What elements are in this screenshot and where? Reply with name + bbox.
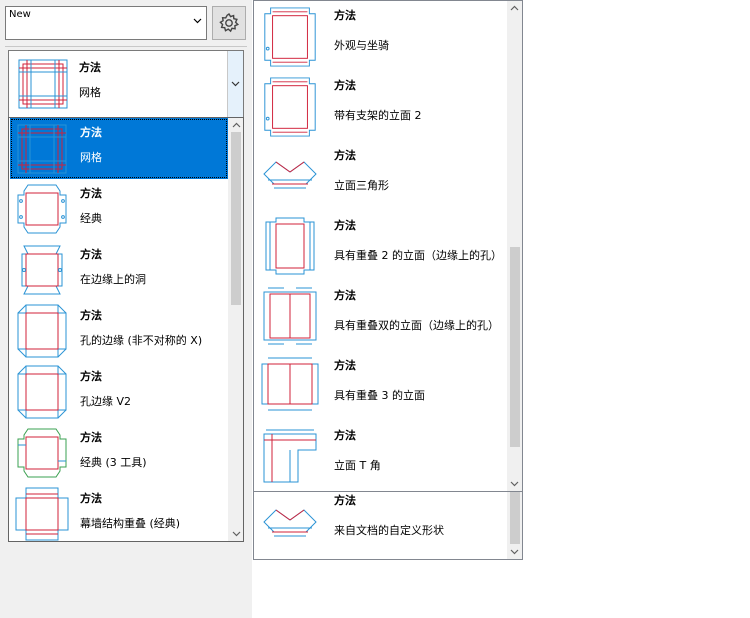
method-dropdown-list[interactable]: 方法 网格 方法 经典 方法 在边缘上的洞 方法 孔的边缘 (非不对称的 X) … <box>8 117 244 542</box>
dropdown-item-subtitle: 经典 <box>80 212 102 225</box>
list-item-subtitle: 外观与坐骑 <box>334 39 389 52</box>
list-item-appearance-mount[interactable]: 方法 外观与坐骑 <box>254 1 507 71</box>
dropdown-item-hole-on-edge[interactable]: 方法 在边缘上的洞 <box>10 240 228 301</box>
dropdown-item-hole-edge[interactable]: 方法 孔的边缘 (非不对称的 X) <box>10 301 228 362</box>
scrollbar-thumb[interactable] <box>510 492 520 544</box>
method-combobox-dropdown-button[interactable] <box>227 51 243 117</box>
chevron-up-icon <box>510 5 519 11</box>
dropdown-item-subtitle: 经典 (3 工具) <box>80 456 147 469</box>
dropdown-item-title: 方法 <box>80 248 102 261</box>
bottom-list-scrollbar[interactable] <box>507 492 522 559</box>
list-item-title: 方法 <box>334 149 356 162</box>
method-combobox-subtitle: 网格 <box>79 86 101 99</box>
dropdown-item-classic-3-tools[interactable]: 方法 经典 (3 工具) <box>10 423 228 484</box>
list-item-overlap-3[interactable]: 方法 具有重叠 3 的立面 <box>254 351 507 421</box>
list-item-subtitle: 带有支架的立面 2 <box>334 109 422 122</box>
custom-shape-thumbnail-icon <box>260 494 320 550</box>
chevron-down-icon <box>510 549 519 555</box>
facade-triangle-thumbnail-icon <box>260 146 320 202</box>
dropdown-item-subtitle: 幕墙结构重叠 (经典) <box>80 517 181 530</box>
grid-method-thumbnail-icon <box>12 120 72 178</box>
facade-bracket-thumbnail-icon <box>260 76 320 138</box>
list-item-title: 方法 <box>334 359 356 372</box>
chevron-down-icon <box>232 531 240 537</box>
scrollbar-thumb[interactable] <box>510 247 520 447</box>
list-item-title: 方法 <box>334 9 356 22</box>
chevron-down-icon <box>231 81 240 87</box>
list-item-title: 方法 <box>334 219 356 232</box>
hole-edge-thumbnail-icon <box>12 303 72 359</box>
method-combobox[interactable]: 方法 网格 <box>8 50 244 118</box>
dropdown-item-title: 方法 <box>80 309 102 322</box>
dropdown-item-classic[interactable]: 方法 经典 <box>10 179 228 240</box>
list-item-subtitle: 来自文档的自定义形状 <box>334 524 444 537</box>
list-item-title: 方法 <box>334 289 356 302</box>
scroll-up-button[interactable] <box>228 118 243 132</box>
chevron-down-icon <box>510 481 519 487</box>
scrollbar-thumb[interactable] <box>231 132 241 305</box>
hole-edge-v2-thumbnail-icon <box>12 364 72 420</box>
list-item-subtitle: 立面三角形 <box>334 179 389 192</box>
dropdown-item-title: 方法 <box>80 492 102 505</box>
list-item-overlap-double[interactable]: 方法 具有重叠双的立面（边缘上的孔） <box>254 281 507 351</box>
dropdown-item-title: 方法 <box>80 370 102 383</box>
list-item-subtitle: 具有重叠 3 的立面 <box>334 389 425 402</box>
dropdown-item-hole-edge-v2[interactable]: 方法 孔边缘 V2 <box>10 362 228 423</box>
curtain-overlap-thumbnail-icon <box>12 486 72 542</box>
dropdown-item-subtitle: 孔的边缘 (非不对称的 X) <box>80 334 203 347</box>
file-select-dropdown[interactable]: New <box>5 6 207 40</box>
chevron-down-icon <box>193 18 202 24</box>
dropdown-item-subtitle: 在边缘上的洞 <box>80 273 146 286</box>
list-item-subtitle: 具有重叠双的立面（边缘上的孔） <box>334 319 499 332</box>
dropdown-item-curtain-overlap[interactable]: 方法 幕墙结构重叠 (经典) <box>10 484 228 542</box>
settings-button[interactable] <box>212 6 246 40</box>
grid-method-thumbnail-icon <box>13 55 73 113</box>
dropdown-item-subtitle: 孔边缘 V2 <box>80 395 132 408</box>
list-item-title: 方法 <box>334 79 356 92</box>
method-combobox-title: 方法 <box>79 61 101 74</box>
dropdown-scrollbar[interactable] <box>228 118 243 541</box>
hole-on-edge-thumbnail-icon <box>12 242 72 298</box>
dropdown-item-title: 方法 <box>80 187 102 200</box>
list-scrollbar[interactable] <box>507 1 522 491</box>
appearance-mount-thumbnail-icon <box>260 6 320 68</box>
gear-icon <box>219 13 240 33</box>
list-item-facade-triangle[interactable]: 方法 立面三角形 <box>254 141 507 211</box>
list-item-subtitle: 具有重叠 2 的立面（边缘上的孔） <box>334 249 502 262</box>
dropdown-item-grid[interactable]: 方法 网格 <box>10 118 228 179</box>
dropdown-item-title: 方法 <box>80 126 102 139</box>
overlap-double-thumbnail-icon <box>260 286 320 346</box>
list-item-t-corner[interactable]: 方法 立面 T 角 <box>254 421 507 491</box>
overlap-2-thumbnail-icon <box>260 216 320 276</box>
scroll-up-button[interactable] <box>507 1 522 15</box>
list-item-facade-bracket[interactable]: 方法 带有支架的立面 2 <box>254 71 507 141</box>
scroll-down-button[interactable] <box>228 527 243 541</box>
list-item-title: 方法 <box>334 429 356 442</box>
list-item-subtitle: 立面 T 角 <box>334 459 381 472</box>
left-panel: New 方法 网格 方法 网格 方法 经典 方法 在边缘上的洞 方法 孔的边缘 … <box>0 0 252 618</box>
dropdown-item-title: 方法 <box>80 431 102 444</box>
overlap-3-thumbnail-icon <box>260 356 320 412</box>
file-select-value: New <box>9 9 31 20</box>
method-list[interactable]: 方法 外观与坐骑 方法 带有支架的立面 2 方法 立面三角形 方法 具有重叠 2… <box>253 0 523 492</box>
list-item-title: 方法 <box>334 494 356 507</box>
scroll-down-button[interactable] <box>507 477 522 491</box>
classic-3-tools-thumbnail-icon <box>12 425 72 481</box>
custom-shape-list[interactable]: 方法 来自文档的自定义形状 <box>253 491 523 560</box>
chevron-up-icon <box>232 122 240 128</box>
list-item-custom-shape[interactable]: 方法 来自文档的自定义形状 <box>254 492 507 556</box>
list-item-overlap-2[interactable]: 方法 具有重叠 2 的立面（边缘上的孔） <box>254 211 507 281</box>
dropdown-item-subtitle: 网格 <box>80 151 102 164</box>
scroll-down-button[interactable] <box>507 545 522 559</box>
divider <box>5 46 247 47</box>
t-corner-thumbnail-icon <box>260 426 320 486</box>
classic-method-thumbnail-icon <box>12 181 72 237</box>
